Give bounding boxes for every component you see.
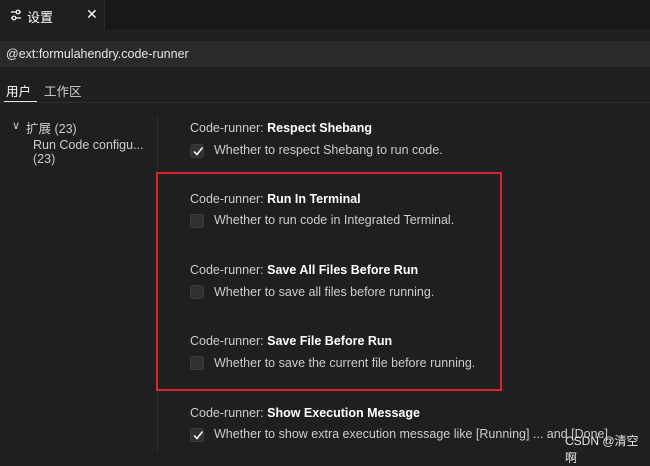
settings-sliders-icon <box>11 9 21 21</box>
setting-description: Whether to respect Shebang to run code. <box>214 143 443 157</box>
close-icon[interactable]: ✕ <box>86 6 98 23</box>
setting-name: Show Execution Message <box>267 406 420 420</box>
toc-item-run-code[interactable]: Run Code configu... (23) <box>33 138 157 166</box>
check-icon <box>193 431 204 440</box>
setting-title: Code-runner: Show Execution Message <box>190 406 420 420</box>
tab-workspace[interactable]: 工作区 <box>44 81 82 100</box>
tab-user[interactable]: 用户 <box>6 81 31 100</box>
check-icon <box>193 147 204 156</box>
show-execution-message-checkbox[interactable] <box>190 428 204 442</box>
settings-tab[interactable]: 设置 ✕ <box>0 0 105 30</box>
settings-search-input[interactable]: @ext:formulahendry.code-runner <box>0 41 650 67</box>
setting-title: Code-runner: Respect Shebang <box>190 121 372 135</box>
red-highlight-box <box>156 172 502 391</box>
tab-title: 设置 <box>27 10 54 25</box>
search-query[interactable]: @ext:formulahendry.code-runner <box>6 47 189 61</box>
setting-description: Whether to show extra execution message … <box>214 427 608 441</box>
chevron-down-icon[interactable]: ∨ <box>12 119 20 132</box>
toc-extensions[interactable]: 扩展 (23) <box>26 118 77 137</box>
setting-prefix: Code-runner: <box>190 406 268 420</box>
watermark: CSDN @清空啊 <box>565 434 639 465</box>
editor-tab-bar: 设置 ✕ <box>0 0 650 30</box>
header-divider <box>0 102 650 103</box>
respect-shebang-checkbox[interactable] <box>190 144 204 158</box>
setting-name: Respect Shebang <box>267 121 373 135</box>
setting-prefix: Code-runner: <box>190 121 268 135</box>
